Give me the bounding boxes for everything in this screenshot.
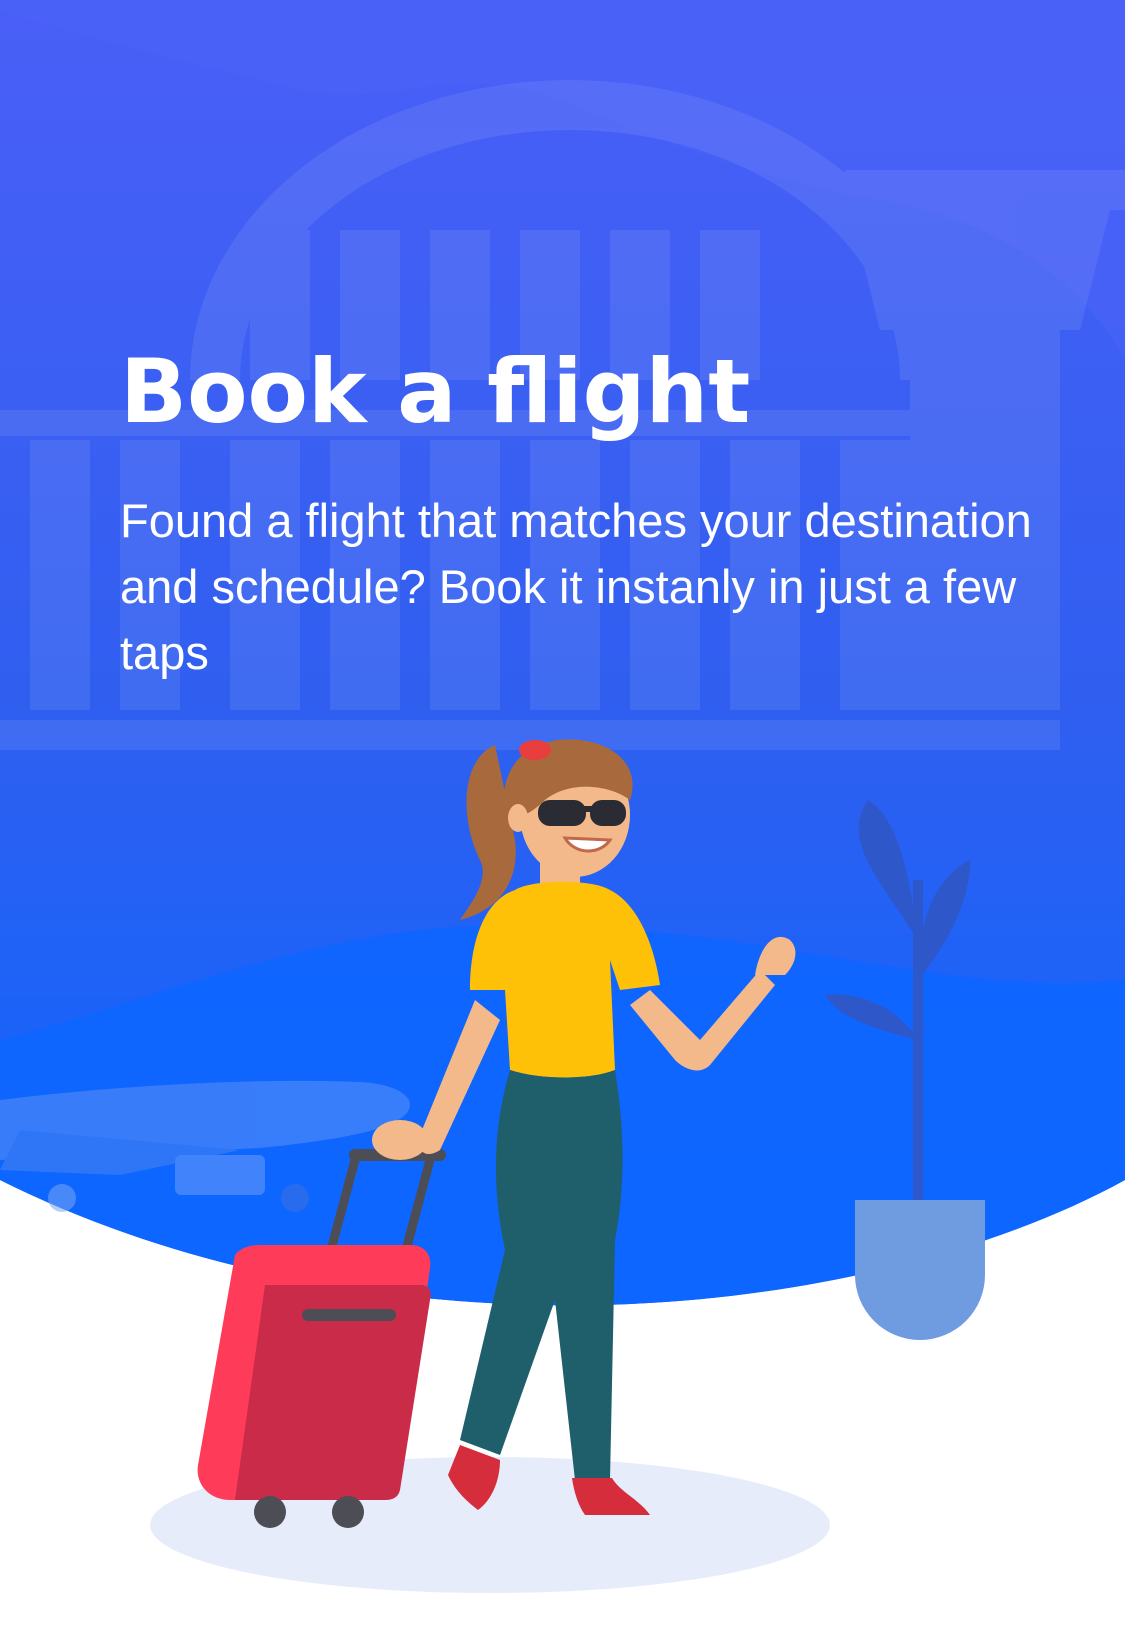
onboarding-copy: Book a flight Found a flight that matche…: [120, 340, 1050, 686]
plant-pot: [855, 1200, 985, 1340]
onboarding-illustration: [0, 0, 1125, 1593]
page-title: Book a flight: [120, 340, 751, 443]
page-description: Found a flight that matches your destina…: [120, 494, 1032, 679]
